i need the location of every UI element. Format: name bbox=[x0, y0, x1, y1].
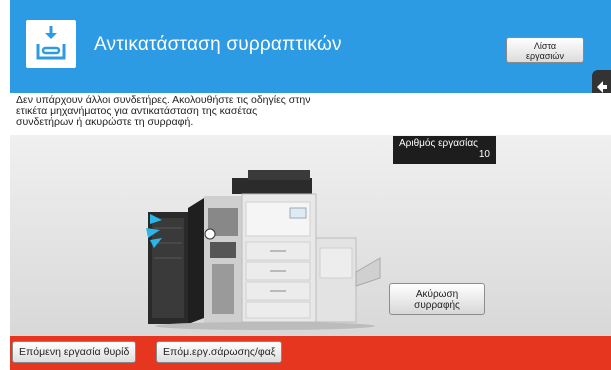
staple-cartridge-icon bbox=[26, 20, 76, 68]
printer-illustration bbox=[146, 170, 381, 330]
cancel-stapling-line1: Ακύρωση bbox=[415, 289, 459, 300]
cancel-stapling-button[interactable]: Ακύρωση συρραφής bbox=[389, 283, 485, 315]
job-number-label: Αριθμός εργασίας bbox=[399, 138, 478, 149]
screen: Αντικατάσταση συρραπτικών Λίστα εργασιών… bbox=[0, 0, 611, 370]
page-title: Αντικατάσταση συρραπτικών bbox=[94, 34, 342, 55]
job-list-label-line2: εργασιών bbox=[526, 51, 564, 61]
arrow-left-icon bbox=[597, 81, 607, 93]
cancel-stapling-line2: συρραφής bbox=[414, 300, 460, 311]
job-number-box: Αριθμός εργασίας 10 bbox=[393, 136, 496, 164]
message-line-3: συνδετήρων ή ακυρώστε τη συρραφή. bbox=[16, 116, 194, 128]
job-list-label-line1: Λίστα bbox=[533, 41, 557, 51]
next-scan-fax-job-button[interactable]: Επόμ.εργ.σάρωσης/φαξ bbox=[156, 341, 283, 363]
job-list-button[interactable]: Λίστα εργασιών bbox=[506, 37, 584, 63]
instruction-message: Δεν υπάρχουν άλλοι συνδετήρες. Ακολουθήσ… bbox=[10, 93, 611, 135]
next-job-tray-button[interactable]: Επόμενη εργασία θυρίδ bbox=[12, 341, 137, 363]
job-number-value: 10 bbox=[478, 149, 490, 160]
